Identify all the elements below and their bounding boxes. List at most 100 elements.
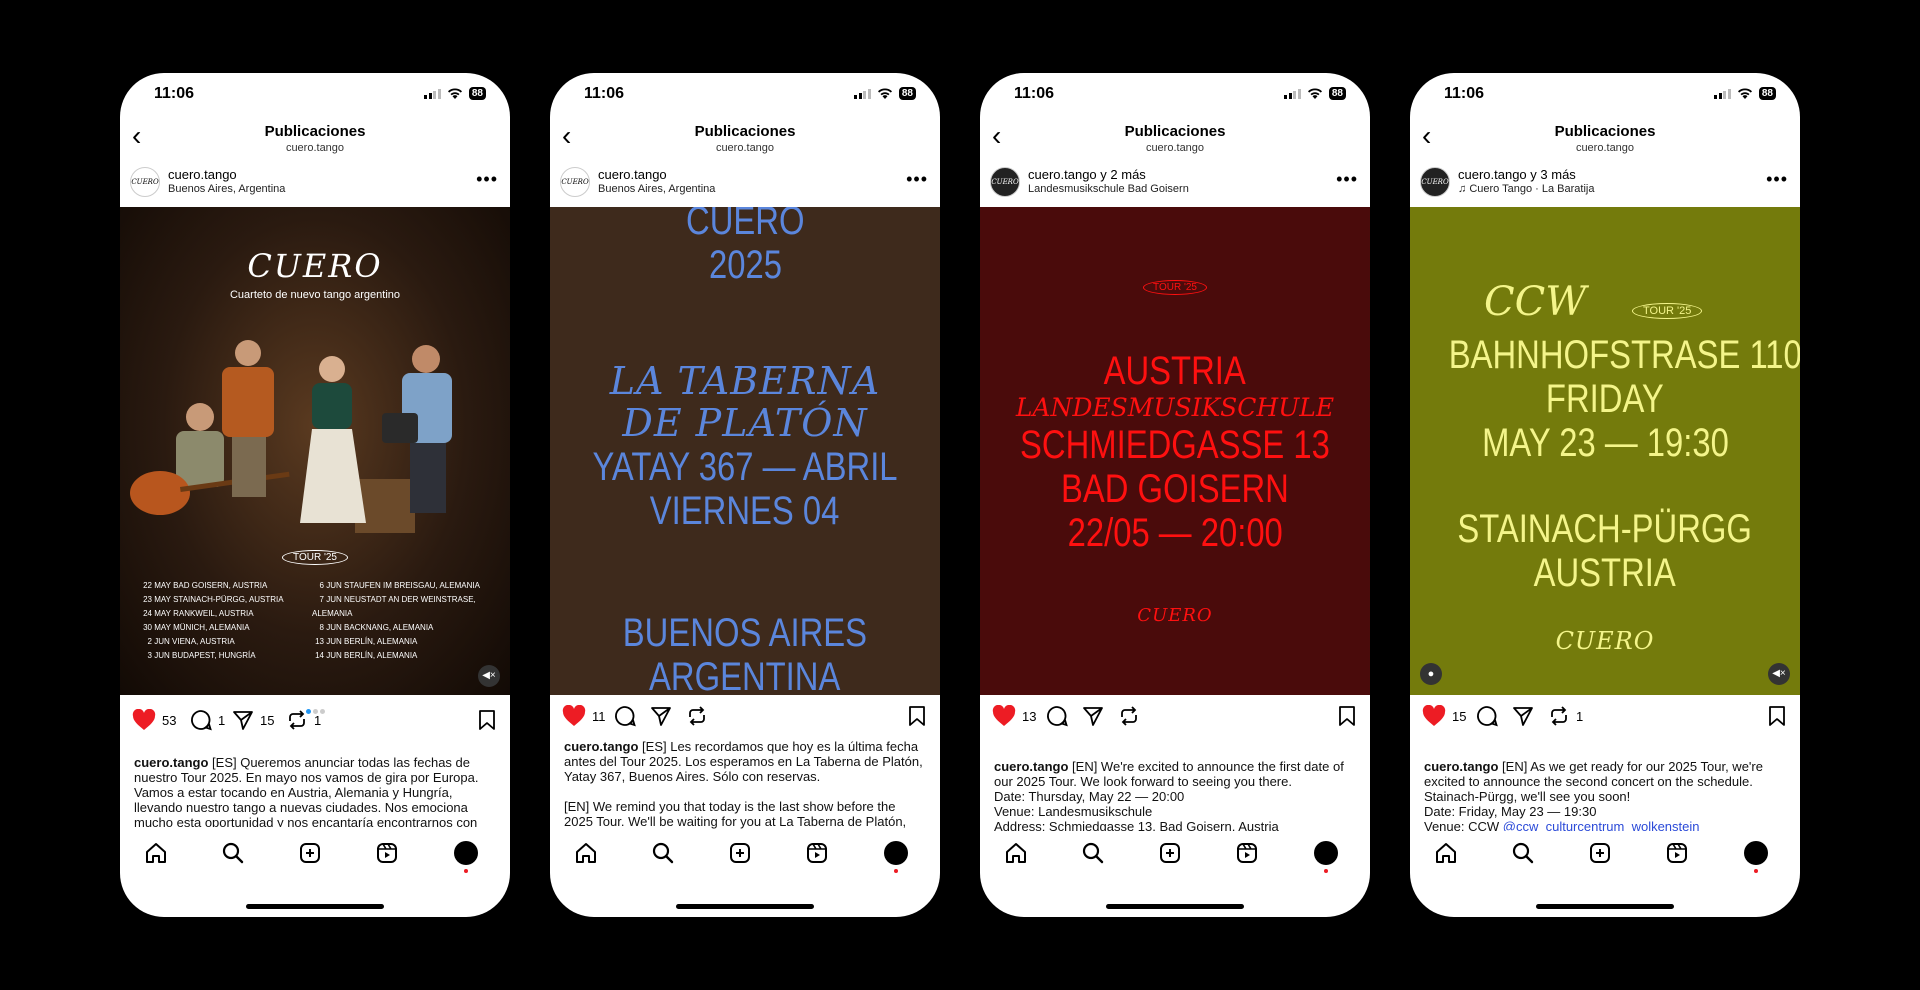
- poster-line-6: ARGENTINA: [649, 655, 841, 695]
- back-icon[interactable]: ‹: [132, 122, 141, 150]
- avatar[interactable]: CUERO: [990, 167, 1020, 197]
- home-indicator: [1106, 904, 1244, 909]
- location[interactable]: Buenos Aires, Argentina: [598, 183, 715, 195]
- share-button[interactable]: [650, 705, 678, 727]
- post-account: CUERO cuero.tango Buenos Aires, Argentin…: [550, 163, 940, 205]
- search-icon[interactable]: [1511, 841, 1535, 865]
- reels-icon[interactable]: [805, 841, 829, 865]
- comment-button[interactable]: 1: [190, 709, 225, 731]
- signal-icon: [854, 88, 871, 99]
- collaborators[interactable]: y 3 más: [1530, 167, 1576, 182]
- username[interactable]: cuero.tango y 2 más: [1028, 167, 1146, 182]
- post-media[interactable]: TOUR '25 AUSTRIA LANDESMUSIKSCHULE SCHMI…: [980, 207, 1370, 695]
- more-icon[interactable]: •••: [1336, 169, 1358, 190]
- comment-button[interactable]: [1476, 705, 1504, 727]
- phone-1: 11:06 88 ‹ Publicaciones cuero.tango CUE…: [120, 73, 510, 917]
- caption-username[interactable]: cuero.tango: [564, 739, 638, 754]
- like-button[interactable]: 11: [562, 705, 606, 727]
- post-media[interactable]: CUERO 2025 LA TABERNA DE PLATÓN YATAY 36…: [550, 207, 940, 695]
- profile-avatar-icon[interactable]: [1744, 841, 1768, 865]
- post-media[interactable]: CCW TOUR '25 BAHNHOFSTRASE 110 FRIDAY MA…: [1410, 207, 1800, 695]
- avatar[interactable]: CUERO: [130, 167, 160, 197]
- audio-track[interactable]: ♫ Cuero Tango · La Baratija: [1458, 183, 1594, 195]
- post-actions: 11: [550, 705, 940, 733]
- repost-button[interactable]: [686, 705, 714, 727]
- caption-venue: Venue: CCW @ccw_culturcentrum_wolkenstei…: [1424, 819, 1786, 831]
- caption-text-en: [EN] We remind you that today is the las…: [564, 799, 907, 831]
- mute-icon[interactable]: ◀×: [478, 665, 500, 687]
- bookmark-icon: [479, 710, 495, 730]
- poster-line-1: AUSTRIA: [1103, 349, 1247, 393]
- avatar[interactable]: CUERO: [1420, 167, 1450, 197]
- search-icon[interactable]: [221, 841, 245, 865]
- reels-icon[interactable]: [1235, 841, 1259, 865]
- like-button[interactable]: 13: [992, 705, 1036, 727]
- create-icon[interactable]: [298, 841, 322, 865]
- caption-username[interactable]: cuero.tango: [994, 759, 1068, 774]
- post-caption: cuero.tango [ES] Queremos anunciar todas…: [134, 755, 496, 827]
- reels-icon[interactable]: [375, 841, 399, 865]
- create-icon[interactable]: [728, 841, 752, 865]
- like-button[interactable]: 15: [1422, 705, 1466, 727]
- header: ‹ Publicaciones cuero.tango: [120, 117, 510, 157]
- music-note-icon: ♫: [1458, 183, 1470, 195]
- repost-button[interactable]: 1: [1548, 705, 1583, 727]
- comment-button[interactable]: [1046, 705, 1074, 727]
- caption-username[interactable]: cuero.tango: [134, 755, 208, 770]
- bookmark-icon: [909, 706, 925, 726]
- share-button[interactable]: 15: [232, 709, 274, 731]
- home-icon[interactable]: [144, 841, 168, 865]
- more-icon[interactable]: •••: [906, 169, 928, 190]
- profile-avatar-icon[interactable]: [454, 841, 478, 865]
- create-icon[interactable]: [1158, 841, 1182, 865]
- back-icon[interactable]: ‹: [1422, 122, 1431, 150]
- repost-button[interactable]: [1118, 705, 1146, 727]
- date-row: 7 JUN NEUSTADT AN DER WEINSTRASE, ALEMAN…: [312, 595, 476, 618]
- more-icon[interactable]: •••: [1766, 169, 1788, 190]
- username[interactable]: cuero.tango: [598, 167, 667, 182]
- back-icon[interactable]: ‹: [992, 122, 1001, 150]
- location[interactable]: Buenos Aires, Argentina: [168, 183, 285, 195]
- mute-icon[interactable]: ◀×: [1768, 663, 1790, 685]
- poster-script-1: LANDESMUSIKSCHULE: [1015, 393, 1335, 422]
- share-button[interactable]: [1512, 705, 1540, 727]
- save-button[interactable]: [1338, 705, 1356, 732]
- venue-mention-link[interactable]: @ccw_culturcentrum_wolkenstein: [1503, 819, 1700, 831]
- post-media[interactable]: CUERO Cuarteto de nuevo tango argentino …: [120, 207, 510, 695]
- save-button[interactable]: [908, 705, 926, 732]
- share-button[interactable]: [1082, 705, 1110, 727]
- collaborators[interactable]: y 2 más: [1100, 167, 1146, 182]
- poster-line-3: BAD GOISERN: [1061, 467, 1289, 511]
- location[interactable]: Landesmusikschule Bad Goisern: [1028, 183, 1189, 195]
- home-icon[interactable]: [1434, 841, 1458, 865]
- poster-script-1: LA TABERNA: [609, 359, 881, 403]
- repost-icon: [689, 706, 705, 726]
- profile-avatar-icon[interactable]: [1314, 841, 1338, 865]
- caption-username[interactable]: cuero.tango: [1424, 759, 1498, 774]
- repost-button[interactable]: 1: [286, 709, 321, 731]
- like-count: 11: [592, 708, 606, 724]
- profile-avatar-icon[interactable]: [884, 841, 908, 865]
- save-button[interactable]: [1768, 705, 1786, 732]
- search-icon[interactable]: [651, 841, 675, 865]
- search-icon[interactable]: [1081, 841, 1105, 865]
- home-icon[interactable]: [574, 841, 598, 865]
- create-icon[interactable]: [1588, 841, 1612, 865]
- save-button[interactable]: [478, 709, 496, 736]
- like-button[interactable]: 53: [132, 709, 176, 731]
- username[interactable]: cuero.tango y 3 más: [1458, 167, 1576, 182]
- poster-line-4: 22/05 — 20:00: [1067, 511, 1283, 555]
- like-count: 15: [1452, 708, 1467, 724]
- back-icon[interactable]: ‹: [562, 122, 571, 150]
- poster-logo: CUERO: [1555, 627, 1655, 655]
- username[interactable]: cuero.tango: [168, 167, 237, 182]
- date-row: 30 MAY MÜNICH, ALEMANIA: [143, 623, 250, 632]
- avatar[interactable]: CUERO: [560, 167, 590, 197]
- share-count: 15: [260, 712, 275, 728]
- comment-button[interactable]: [614, 705, 642, 727]
- home-icon[interactable]: [1004, 841, 1028, 865]
- post-account: CUERO cuero.tango y 3 más ♫ Cuero Tango …: [1410, 163, 1800, 205]
- reels-icon[interactable]: [1665, 841, 1689, 865]
- more-icon[interactable]: •••: [476, 169, 498, 190]
- tagged-people-icon[interactable]: ●: [1420, 663, 1442, 685]
